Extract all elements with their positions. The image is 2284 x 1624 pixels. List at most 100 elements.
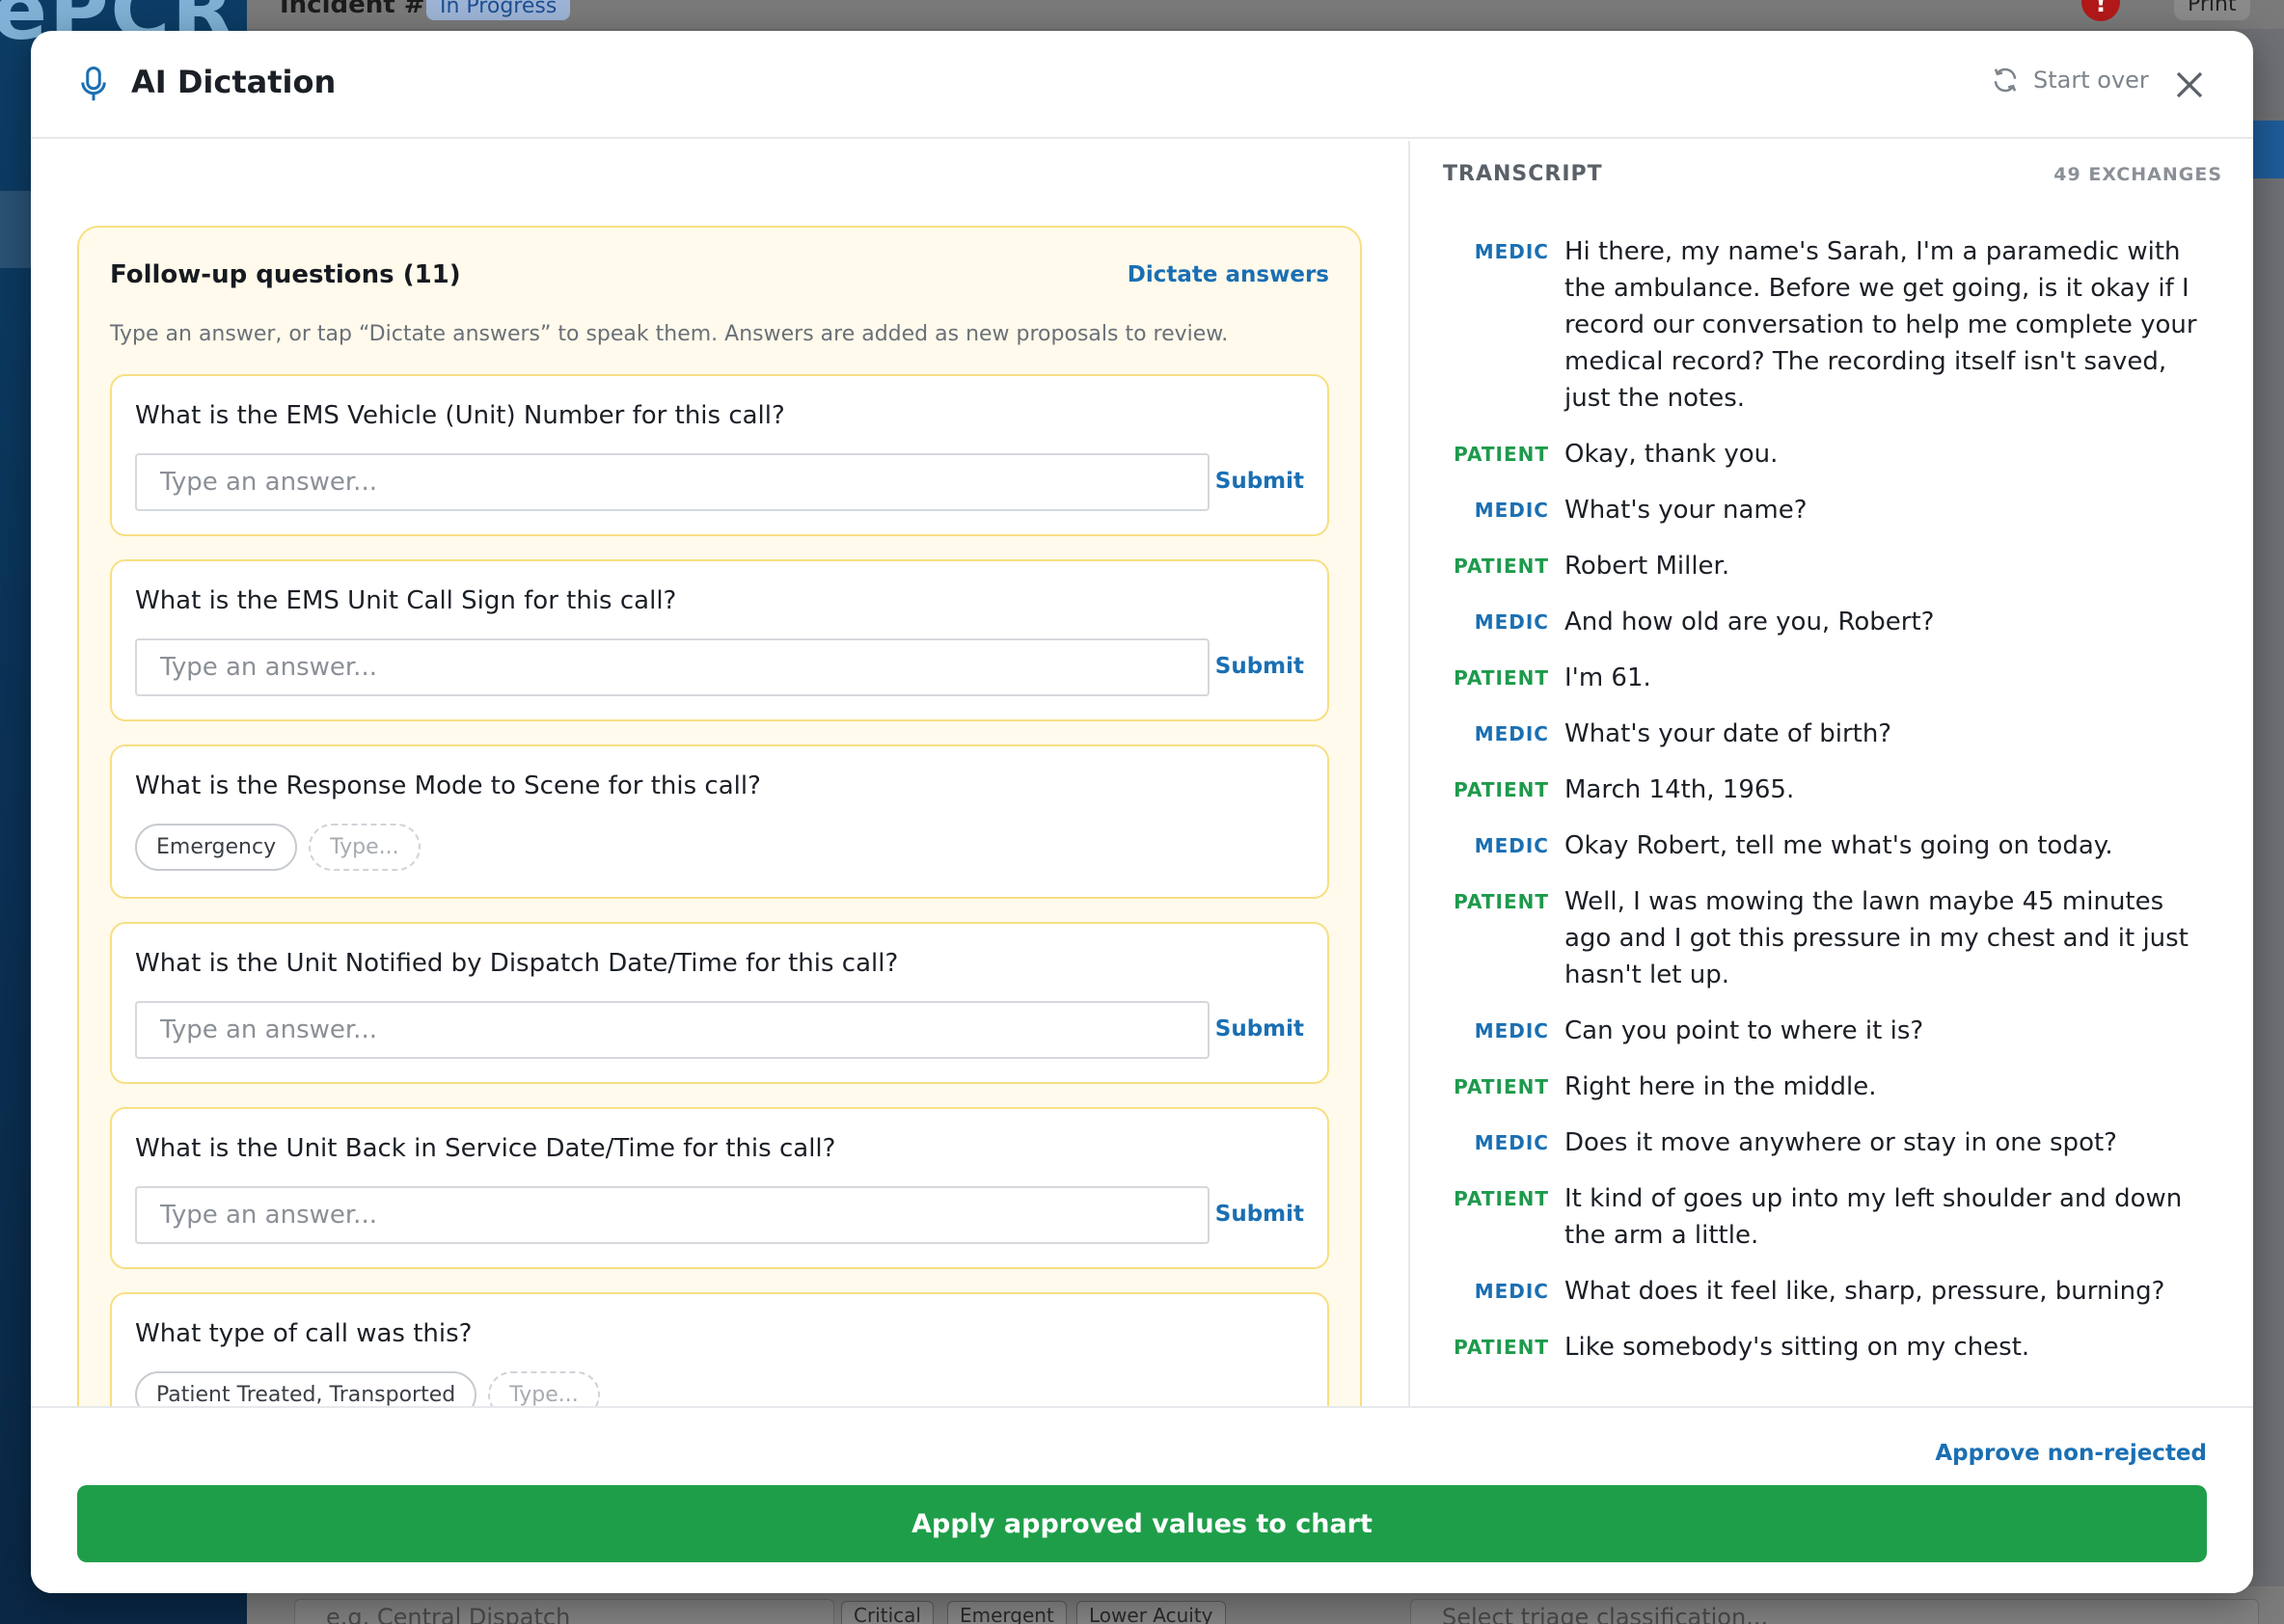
acuity-chip-critical: Critical [841, 1601, 934, 1624]
transcript-entry: PATIENT Robert Miller. [1410, 548, 2253, 584]
close-icon[interactable] [2172, 68, 2207, 102]
transcript-text: Okay, thank you. [1564, 440, 1779, 469]
modal-title: AI Dictation [131, 64, 337, 100]
dictate-answers-button[interactable]: Dictate answers [1128, 262, 1329, 287]
transcript-panel: TRANSCRIPT 49 EXCHANGES MEDIC Hi there, … [1408, 141, 2253, 1406]
followup-title: Follow-up questions (11) [110, 260, 461, 289]
speaker-label: MEDIC [1474, 722, 1549, 745]
triage-select: Select triage classification... [1410, 1599, 2259, 1624]
speaker-label: MEDIC [1474, 240, 1549, 263]
question-card: What is the Unit Back in Service Date/Ti… [110, 1107, 1329, 1269]
speaker-label: PATIENT [1454, 1075, 1549, 1098]
speaker-label: MEDIC [1474, 1019, 1549, 1042]
transcript-text: Robert Miller. [1564, 552, 1730, 581]
speaker-label: PATIENT [1454, 666, 1549, 690]
transcript-text: Okay Robert, tell me what's going on tod… [1564, 831, 2113, 860]
transcript-text: Well, I was mowing the lawn maybe 45 min… [1564, 887, 2189, 989]
acuity-chip-lower: Lower Acuity [1076, 1601, 1226, 1624]
transcript-text: What does it feel like, sharp, pressure,… [1564, 1277, 2165, 1306]
print-button: Print [2174, 0, 2250, 20]
transcript-entry: PATIENT Like somebody's sitting on my ch… [1410, 1329, 2253, 1366]
transcript-entry: PATIENT Well, I was mowing the lawn mayb… [1410, 883, 2253, 993]
question-card: What type of call was this? Patient Trea… [110, 1292, 1329, 1406]
submit-button[interactable]: Submit [1215, 654, 1304, 679]
refresh-icon [1994, 68, 2017, 93]
question-text: What is the EMS Unit Call Sign for this … [135, 586, 677, 615]
status-badge: In Progress [426, 0, 571, 20]
transcript-entry: MEDIC What does it feel like, sharp, pre… [1410, 1273, 2253, 1310]
question-text: What type of call was this? [135, 1319, 473, 1348]
transcript-entry: MEDIC Okay Robert, tell me what's going … [1410, 827, 2253, 864]
speaker-label: MEDIC [1474, 1131, 1549, 1154]
transcript-entry: PATIENT March 14th, 1965. [1410, 771, 2253, 808]
speaker-label: MEDIC [1474, 610, 1549, 634]
question-card: What is the Response Mode to Scene for t… [110, 744, 1329, 899]
transcript-entry: MEDIC What's your name? [1410, 492, 2253, 528]
submit-button[interactable]: Submit [1215, 1202, 1304, 1227]
transcript-text: I'm 61. [1564, 663, 1651, 692]
exchange-count: 49 EXCHANGES [2053, 164, 2222, 185]
option-chips: Emergency Type... [135, 824, 421, 871]
transcript-text: Hi there, my name's Sarah, I'm a paramed… [1564, 237, 2197, 413]
question-card: What is the Unit Notified by Dispatch Da… [110, 922, 1329, 1084]
answer-input[interactable] [135, 453, 1210, 511]
question-text: What is the Response Mode to Scene for t… [135, 771, 761, 800]
speaker-label: PATIENT [1454, 1336, 1549, 1359]
speaker-label: MEDIC [1474, 1280, 1549, 1303]
transcript-entry: MEDIC Does it move anywhere or stay in o… [1410, 1124, 2253, 1161]
transcript-text: Right here in the middle. [1564, 1072, 1877, 1101]
option-chips: Patient Treated, Transported Type... [135, 1371, 600, 1406]
option-chip[interactable]: Emergency [135, 824, 298, 871]
custom-option-input[interactable]: Type... [488, 1371, 600, 1406]
question-text: What is the Unit Notified by Dispatch Da… [135, 949, 899, 978]
sidebar-active-item [0, 191, 33, 268]
apply-to-chart-button[interactable]: Apply approved values to chart [77, 1485, 2207, 1562]
modal-header: AI Dictation Start over [31, 31, 2253, 139]
transcript-text: March 14th, 1965. [1564, 775, 1795, 804]
speaker-label: MEDIC [1474, 499, 1549, 522]
answer-input[interactable] [135, 1001, 1210, 1059]
transcript-entry: PATIENT Okay, thank you. [1410, 436, 2253, 473]
transcript-entry: MEDIC What's your date of birth? [1410, 716, 2253, 752]
transcript-text: Like somebody's sitting on my chest. [1564, 1333, 2030, 1362]
speaker-label: PATIENT [1454, 555, 1549, 578]
microphone-icon [81, 67, 106, 101]
transcript-entry: PATIENT It kind of goes up into my left … [1410, 1180, 2253, 1254]
transcript-text: Does it move anywhere or stay in one spo… [1564, 1128, 2117, 1157]
followup-panel: Follow-up questions (11) Dictate answers… [31, 141, 1408, 1406]
transcript-entry: MEDIC Can you point to where it is? [1410, 1013, 2253, 1049]
transcript-entry: PATIENT I'm 61. [1410, 660, 2253, 696]
start-over-button[interactable]: Start over [1991, 66, 2149, 95]
transcript-text: What's your name? [1564, 496, 1808, 525]
submit-button[interactable]: Submit [1215, 1016, 1304, 1042]
transcript-entry: MEDIC Hi there, my name's Sarah, I'm a p… [1410, 233, 2253, 417]
answer-input[interactable] [135, 1186, 1210, 1244]
transcript-text: And how old are you, Robert? [1564, 608, 1935, 636]
transcript-title: TRANSCRIPT [1443, 162, 1603, 186]
followup-card: Follow-up questions (11) Dictate answers… [77, 226, 1362, 1406]
app-right-strip [2253, 121, 2284, 178]
speaker-label: PATIENT [1454, 443, 1549, 466]
start-over-label: Start over [2033, 67, 2149, 94]
followup-hint: Type an answer, or tap “Dictate answers”… [110, 322, 1229, 346]
custom-option-input[interactable]: Type... [309, 824, 421, 871]
ai-dictation-modal: AI Dictation Start over Follow-up questi… [31, 31, 2253, 1593]
speaker-label: PATIENT [1454, 1187, 1549, 1210]
transcript-text: Can you point to where it is? [1564, 1016, 1924, 1045]
answer-input[interactable] [135, 638, 1210, 696]
transcript-text: What's your date of birth? [1564, 719, 1892, 748]
speaker-label: PATIENT [1454, 890, 1549, 913]
approve-non-rejected-button[interactable]: Approve non-rejected [1935, 1441, 2207, 1466]
question-text: What is the EMS Vehicle (Unit) Number fo… [135, 401, 785, 430]
acuity-chip-emergent: Emergent [947, 1601, 1067, 1624]
transcript-list: MEDIC Hi there, my name's Sarah, I'm a p… [1410, 233, 2253, 1385]
question-text: What is the Unit Back in Service Date/Ti… [135, 1134, 836, 1163]
transcript-entry: PATIENT Right here in the middle. [1410, 1069, 2253, 1105]
incident-label: Incident # [280, 0, 425, 19]
speaker-label: MEDIC [1474, 834, 1549, 857]
submit-button[interactable]: Submit [1215, 469, 1304, 494]
question-card: What is the EMS Vehicle (Unit) Number fo… [110, 374, 1329, 536]
dispatch-input: e.g. Central Dispatch [294, 1599, 834, 1624]
option-chip[interactable]: Patient Treated, Transported [135, 1371, 477, 1406]
transcript-entry: MEDIC And how old are you, Robert? [1410, 604, 2253, 640]
